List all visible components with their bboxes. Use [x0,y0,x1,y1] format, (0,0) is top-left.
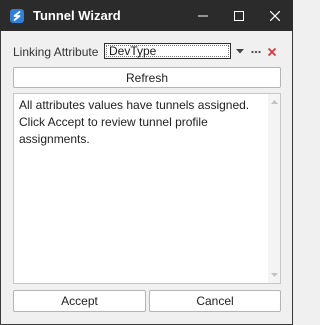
linking-attribute-label: Linking Attribute [13,45,99,59]
clear-icon [268,47,276,56]
minimize-icon [198,15,208,16]
title-bar[interactable]: Tunnel Wizard [0,0,293,31]
scroll-up-arrow-icon [270,100,278,104]
scroll-down-arrow-icon [270,273,278,277]
clear-button[interactable] [265,44,279,59]
message-text: All attributes values have tunnels assig… [19,97,266,148]
linking-attribute-value[interactable]: DevType [106,45,229,57]
dropdown-arrow-icon [236,49,244,54]
scroll-down-button[interactable] [268,269,280,281]
scroll-up-button[interactable] [268,96,280,108]
message-line-2: Click Accept to review tunnel profile as… [19,115,208,146]
dropdown-button[interactable] [233,44,247,59]
ellipsis-icon [251,50,261,53]
message-line-1: All attributes values have tunnels assig… [19,98,250,112]
tunnel-app-icon [9,8,25,24]
linking-attribute-combo[interactable]: DevType [104,43,231,59]
refresh-button[interactable]: Refresh [13,67,281,88]
maximize-button[interactable] [221,0,257,31]
accept-button[interactable]: Accept [13,290,146,312]
vertical-scrollbar[interactable] [268,94,280,283]
ellipsis-button[interactable] [249,44,263,59]
minimize-button[interactable] [185,0,221,31]
cancel-button[interactable]: Cancel [149,290,281,312]
maximize-icon [234,10,244,21]
close-icon [270,10,280,21]
window-title: Tunnel Wizard [33,8,121,23]
tunnel-wizard-window: Tunnel Wizard Linking Attribute DevType [0,0,293,325]
close-button[interactable] [257,0,293,31]
message-box[interactable]: All attributes values have tunnels assig… [13,93,281,284]
